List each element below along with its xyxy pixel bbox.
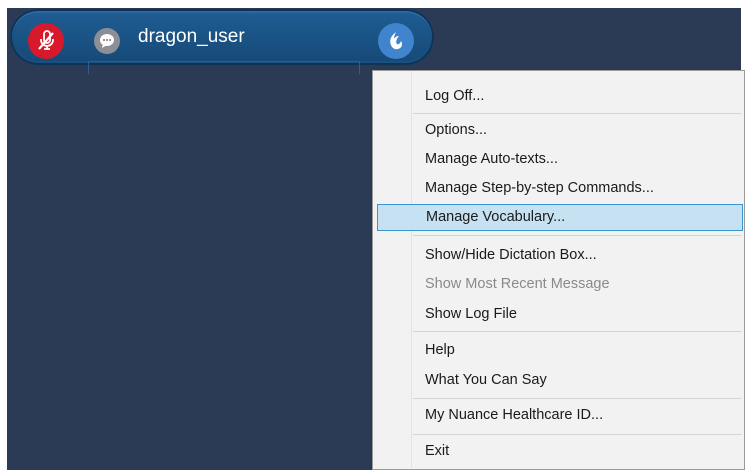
menu-item-my-nuance-healthcare-id[interactable]: My Nuance Healthcare ID... — [377, 402, 743, 429]
menu-item-log-off[interactable]: Log Off... — [377, 83, 743, 110]
menu-separator — [413, 113, 742, 114]
speech-bubble-icon — [98, 32, 116, 50]
menu-item-manage-step-by-step-commands[interactable]: Manage Step-by-step Commands... — [377, 175, 743, 202]
menu-item-options[interactable]: Options... — [377, 117, 743, 144]
menu-item-show-hide-dictation-box[interactable]: Show/Hide Dictation Box... — [377, 242, 743, 269]
microphone-button[interactable] — [28, 23, 64, 59]
menu-separator — [413, 235, 742, 236]
username-label: dragon_user — [138, 26, 245, 47]
menu-separator — [413, 331, 742, 332]
context-menu: Log Off... Options... Manage Auto-texts.… — [372, 70, 745, 470]
dragon-flame-icon — [384, 29, 408, 53]
dictation-box-area — [88, 61, 360, 74]
menu-item-manage-auto-texts[interactable]: Manage Auto-texts... — [377, 146, 743, 173]
menu-item-exit[interactable]: Exit — [377, 438, 743, 465]
menu-separator — [413, 434, 742, 435]
menu-item-show-most-recent-message: Show Most Recent Message — [425, 276, 610, 292]
message-button[interactable] — [94, 28, 120, 54]
menu-item-manage-vocabulary[interactable]: Manage Vocabulary... — [377, 204, 743, 231]
menu-item-help[interactable]: Help — [377, 337, 743, 364]
menu-separator — [413, 398, 742, 399]
microphone-off-icon — [35, 30, 57, 52]
dragon-menu-button[interactable] — [378, 23, 414, 59]
menu-item-what-you-can-say[interactable]: What You Can Say — [377, 367, 743, 394]
menu-item-show-log-file[interactable]: Show Log File — [377, 301, 743, 328]
